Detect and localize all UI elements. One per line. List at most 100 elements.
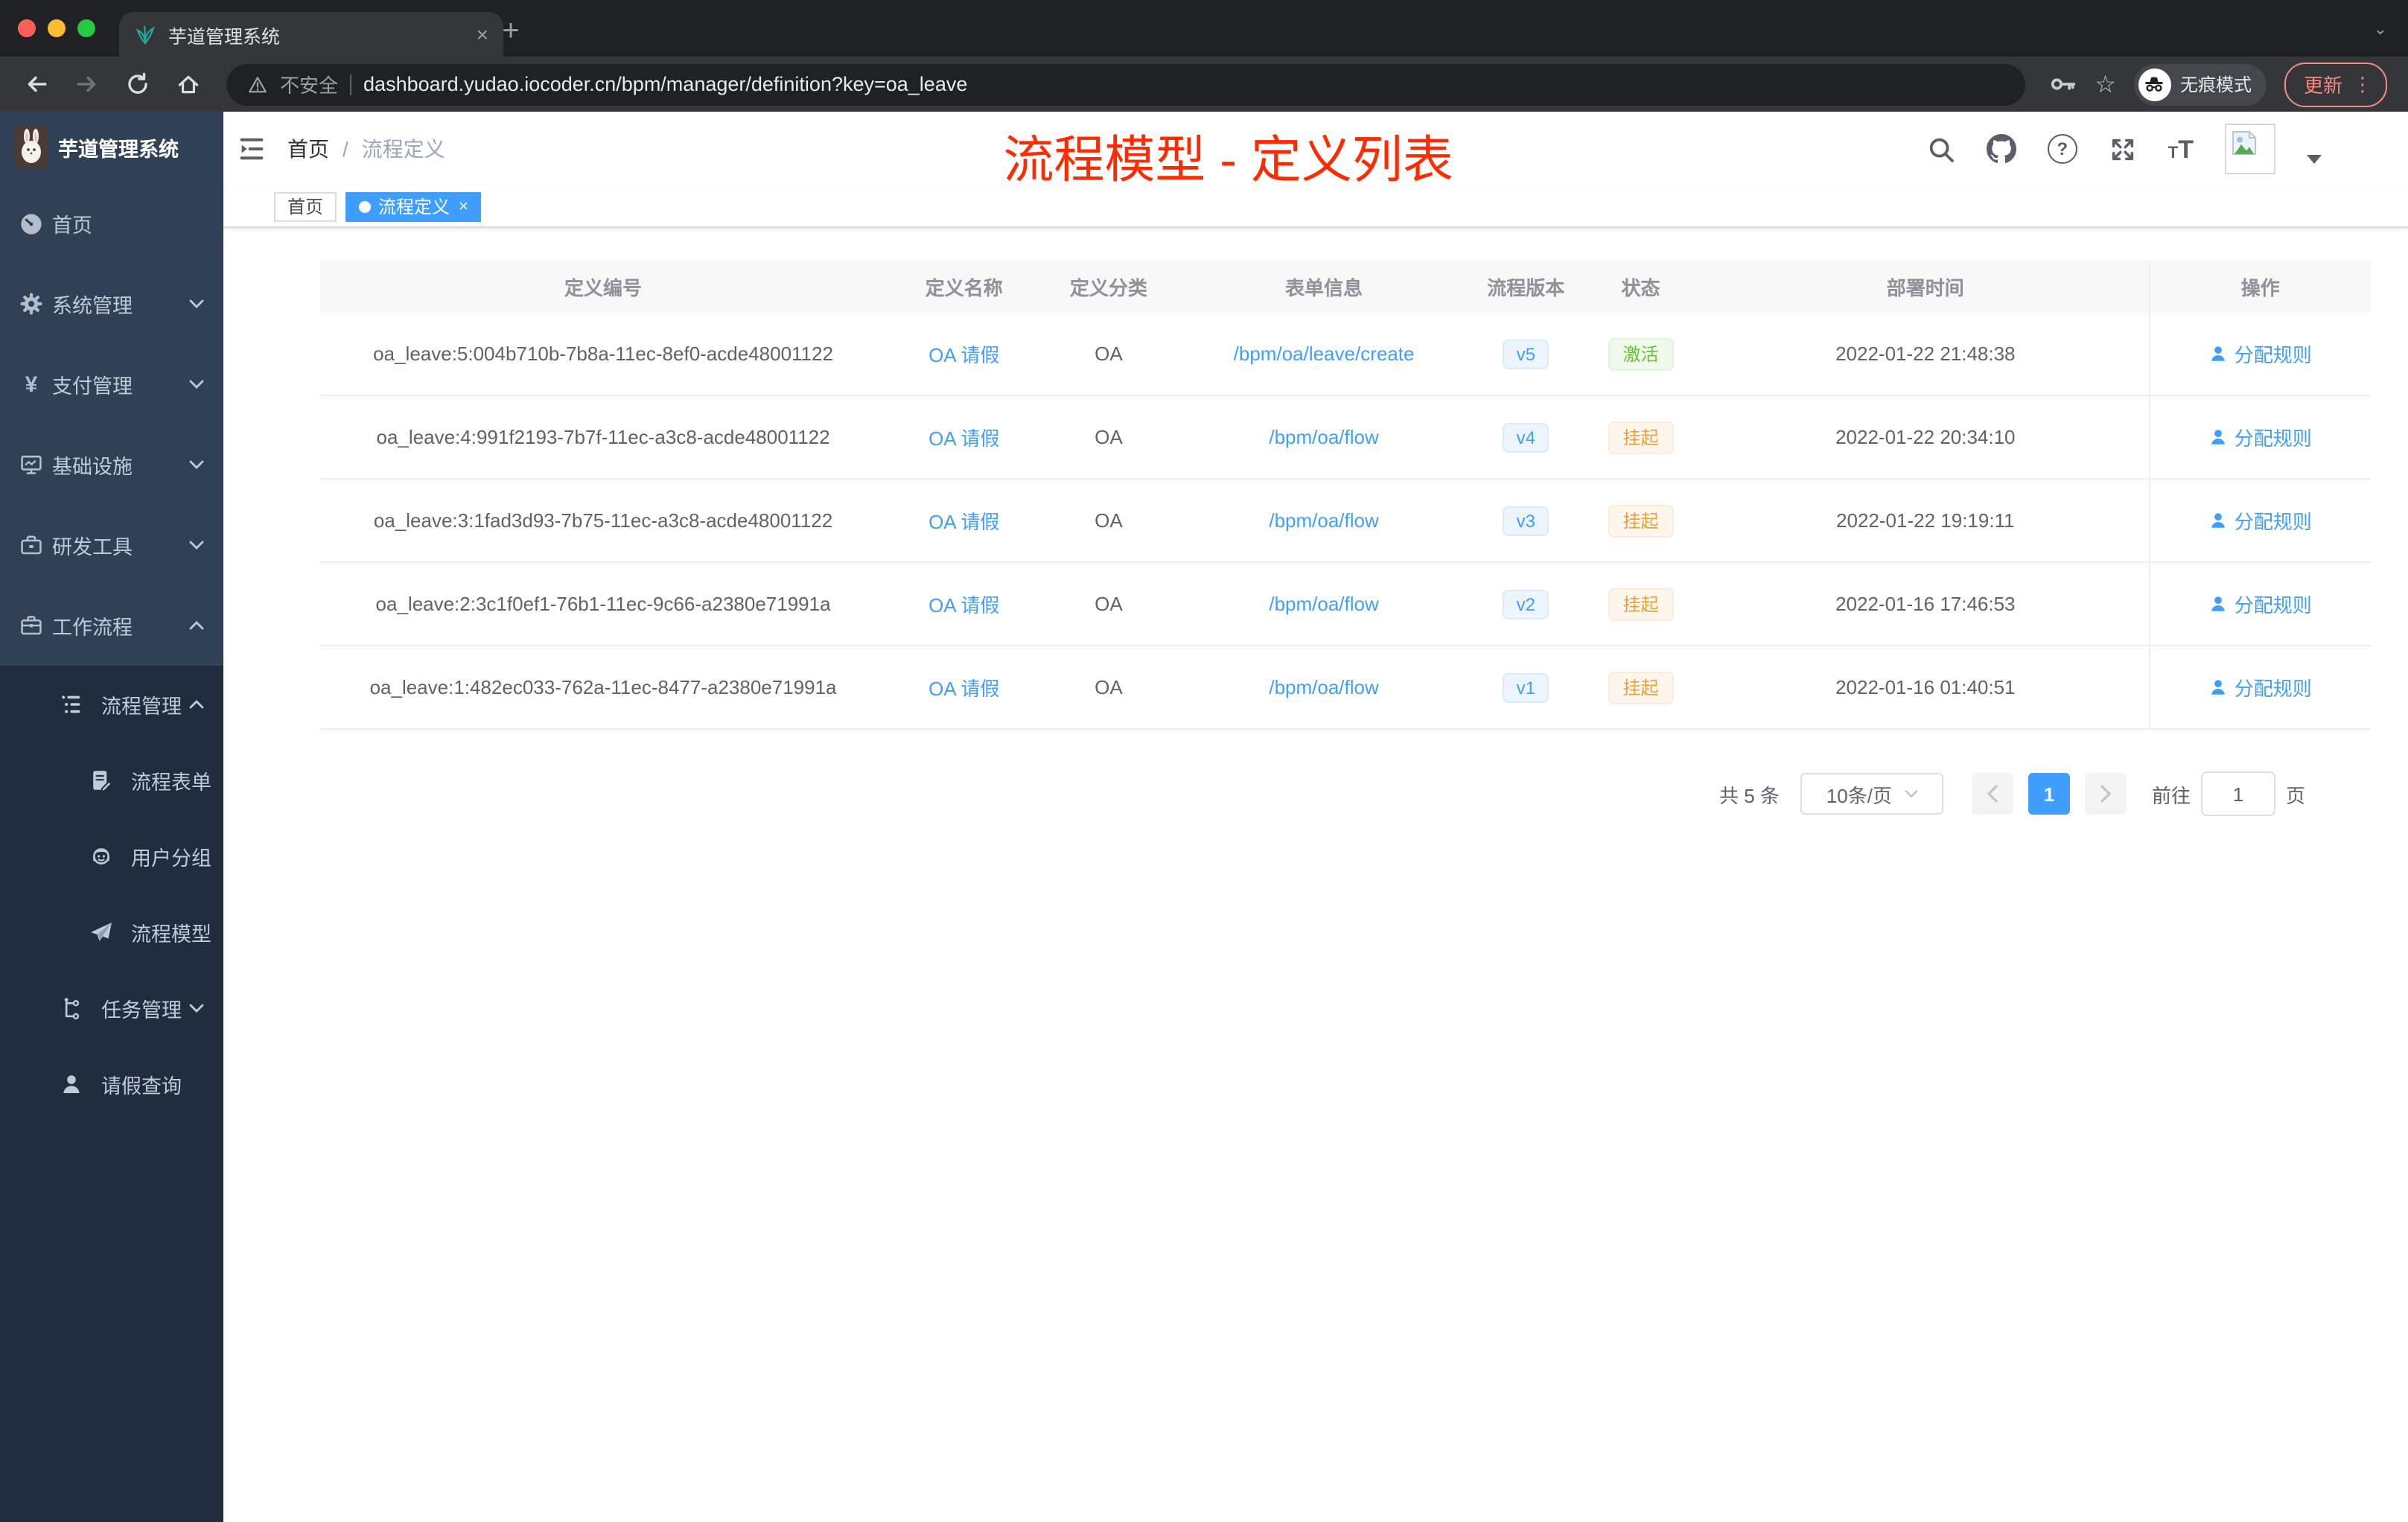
- next-page-button[interactable]: [2084, 773, 2127, 815]
- chevron-up-icon: [189, 699, 204, 708]
- prev-page-button[interactable]: [1971, 773, 2013, 815]
- app-logo[interactable]: 芋道管理系统: [0, 112, 223, 183]
- maximize-window-button[interactable]: [77, 19, 95, 37]
- chevron-down-icon: [189, 541, 204, 550]
- form-link[interactable]: /bpm/oa/flow: [1269, 593, 1378, 615]
- cell-category: OA: [1042, 395, 1176, 480]
- broken-image-icon: [2232, 130, 2258, 155]
- reload-icon[interactable]: [116, 63, 158, 105]
- assign-rule-button[interactable]: 分配规则: [2209, 590, 2312, 618]
- form-link[interactable]: /bpm/oa/flow: [1269, 676, 1378, 698]
- sidebar-item-infrastructure[interactable]: 基础设施: [0, 424, 223, 505]
- sidebar-item-label: 研发工具: [52, 536, 133, 558]
- browser-tab[interactable]: 芋道管理系统 ×: [119, 12, 503, 57]
- workflow-submenu: 流程管理 流程表单 用户分组 流程模型 任务管理 请假查询: [0, 666, 223, 1522]
- avatar[interactable]: [2225, 124, 2275, 174]
- definition-name-link[interactable]: OA 请假: [929, 594, 999, 617]
- sidebar-item-task-management[interactable]: 任务管理: [0, 969, 223, 1045]
- sidebar-item-label: 基础设施: [52, 456, 133, 478]
- help-icon[interactable]: ?: [2047, 134, 2077, 164]
- close-window-button[interactable]: [18, 19, 36, 37]
- update-menu-button[interactable]: 更新 ⋮: [2284, 62, 2387, 106]
- sidebar-item-dev-tools[interactable]: 研发工具: [0, 505, 223, 585]
- form-link[interactable]: /bpm/oa/flow: [1269, 426, 1378, 448]
- sidebar-item-label: 任务管理: [101, 999, 182, 1021]
- definition-name-link[interactable]: OA 请假: [929, 678, 999, 700]
- assign-rule-button[interactable]: 分配规则: [2209, 506, 2312, 535]
- sidebar-item-payment[interactable]: ¥ 支付管理: [0, 344, 223, 424]
- definition-name-link[interactable]: OA 请假: [929, 427, 999, 450]
- cell-deploy-time: 2022-01-16 01:40:51: [1702, 646, 2150, 730]
- version-badge[interactable]: v5: [1503, 339, 1549, 369]
- sidebar-collapse-icon[interactable]: [237, 134, 267, 164]
- cell-id: oa_leave:4:991f2193-7b7f-11ec-a3c8-acde4…: [320, 395, 887, 480]
- page-size-select[interactable]: 10条/页: [1800, 773, 1943, 815]
- home-icon[interactable]: [167, 63, 208, 105]
- version-badge[interactable]: v2: [1503, 589, 1549, 619]
- tag-label: 首页: [287, 197, 324, 217]
- assign-rule-button[interactable]: 分配规则: [2209, 423, 2312, 451]
- github-icon[interactable]: [1986, 134, 2016, 164]
- sidebar-item-label: 用户分组: [131, 847, 211, 869]
- sidebar-item-label: 流程表单: [131, 771, 211, 793]
- cell-category: OA: [1042, 479, 1176, 563]
- table-row: oa_leave:4:991f2193-7b7f-11ec-a3c8-acde4…: [320, 395, 2371, 480]
- tag-close-icon[interactable]: ×: [459, 197, 468, 215]
- forward-icon[interactable]: [66, 63, 107, 105]
- status-badge: 挂起: [1608, 671, 1674, 704]
- fullscreen-icon[interactable]: [2109, 135, 2137, 163]
- chevron-down-icon: [189, 299, 204, 308]
- back-icon[interactable]: [15, 63, 57, 105]
- version-badge[interactable]: v4: [1503, 422, 1549, 452]
- sidebar-item-process-management[interactable]: 流程管理: [0, 666, 223, 742]
- sidebar-item-label: 请假查询: [101, 1074, 182, 1097]
- tag-process-definition[interactable]: 流程定义 ×: [345, 191, 482, 221]
- form-link[interactable]: /bpm/oa/flow: [1269, 509, 1378, 532]
- gear-icon: [20, 293, 42, 315]
- sidebar-item-label: 首页: [52, 214, 92, 237]
- avatar-caret-icon[interactable]: [2307, 155, 2322, 164]
- tab-search-caret-icon[interactable]: ⌄: [2374, 19, 2387, 39]
- search-icon[interactable]: [1927, 135, 1955, 163]
- table-header-row: 定义编号 定义名称 定义分类 表单信息 流程版本 状态 部署时间 操作: [320, 261, 2371, 313]
- bookmark-star-icon[interactable]: ☆: [2095, 69, 2116, 99]
- breadcrumb-home[interactable]: 首页: [287, 134, 329, 164]
- sidebar-item-system[interactable]: 系统管理: [0, 264, 223, 344]
- yen-icon: ¥: [25, 372, 38, 397]
- version-badge[interactable]: v1: [1503, 672, 1549, 702]
- sidebar-item-workflow[interactable]: 工作流程: [0, 585, 223, 666]
- col-definition-category: 定义分类: [1042, 261, 1176, 313]
- page-size-value: 10条/页: [1826, 784, 1892, 806]
- url-text[interactable]: dashboard.yudao.iocoder.cn/bpm/manager/d…: [363, 73, 967, 95]
- table-row: oa_leave:3:1fad3d93-7b75-11ec-a3c8-acde4…: [320, 479, 2371, 563]
- version-badge[interactable]: v3: [1503, 506, 1549, 535]
- assign-rule-button[interactable]: 分配规则: [2209, 673, 2312, 701]
- definition-name-link[interactable]: OA 请假: [929, 344, 999, 366]
- security-label[interactable]: 不安全: [280, 70, 338, 98]
- font-size-icon[interactable]: TT: [2168, 136, 2194, 162]
- goto-page-input[interactable]: [2200, 771, 2275, 816]
- address-bar[interactable]: 不安全 dashboard.yudao.iocoder.cn/bpm/manag…: [226, 63, 2025, 105]
- cell-deploy-time: 2022-01-22 19:19:11: [1702, 479, 2150, 563]
- new-tab-button[interactable]: +: [491, 13, 530, 52]
- sidebar-item-process-form[interactable]: 流程表单: [0, 742, 223, 818]
- cell-id: oa_leave:2:3c1f0ef1-76b1-11ec-9c66-a2380…: [320, 562, 887, 646]
- sidebar-item-process-model[interactable]: 流程模型: [0, 894, 223, 969]
- tab-close-icon[interactable]: ×: [477, 24, 488, 45]
- person-icon: [2211, 346, 2226, 361]
- content: 定义编号 定义名称 定义分类 表单信息 流程版本 状态 部署时间 操作 oa_l: [223, 228, 2408, 1522]
- form-link[interactable]: /bpm/oa/leave/create: [1234, 343, 1415, 365]
- sidebar-item-user-group[interactable]: 用户分组: [0, 818, 223, 894]
- sidebar-item-leave-query[interactable]: 请假查询: [0, 1045, 223, 1121]
- sidebar-item-home[interactable]: 首页: [0, 183, 223, 264]
- tag-home[interactable]: 首页: [274, 191, 337, 221]
- assign-rule-button[interactable]: 分配规则: [2209, 340, 2312, 368]
- definition-name-link[interactable]: OA 请假: [929, 511, 999, 533]
- pagination-total: 共 5 条: [1719, 784, 1780, 806]
- definition-table: 定义编号 定义名称 定义分类 表单信息 流程版本 状态 部署时间 操作 oa_l: [320, 261, 2371, 730]
- minimize-window-button[interactable]: [48, 19, 66, 37]
- app-header: 首页 / 流程定义 流程模型 - 定义列表 ? TT: [223, 112, 2408, 189]
- password-key-icon[interactable]: [2048, 70, 2077, 98]
- favicon-plant-icon: [136, 25, 155, 44]
- page-number-1[interactable]: 1: [2028, 773, 2070, 815]
